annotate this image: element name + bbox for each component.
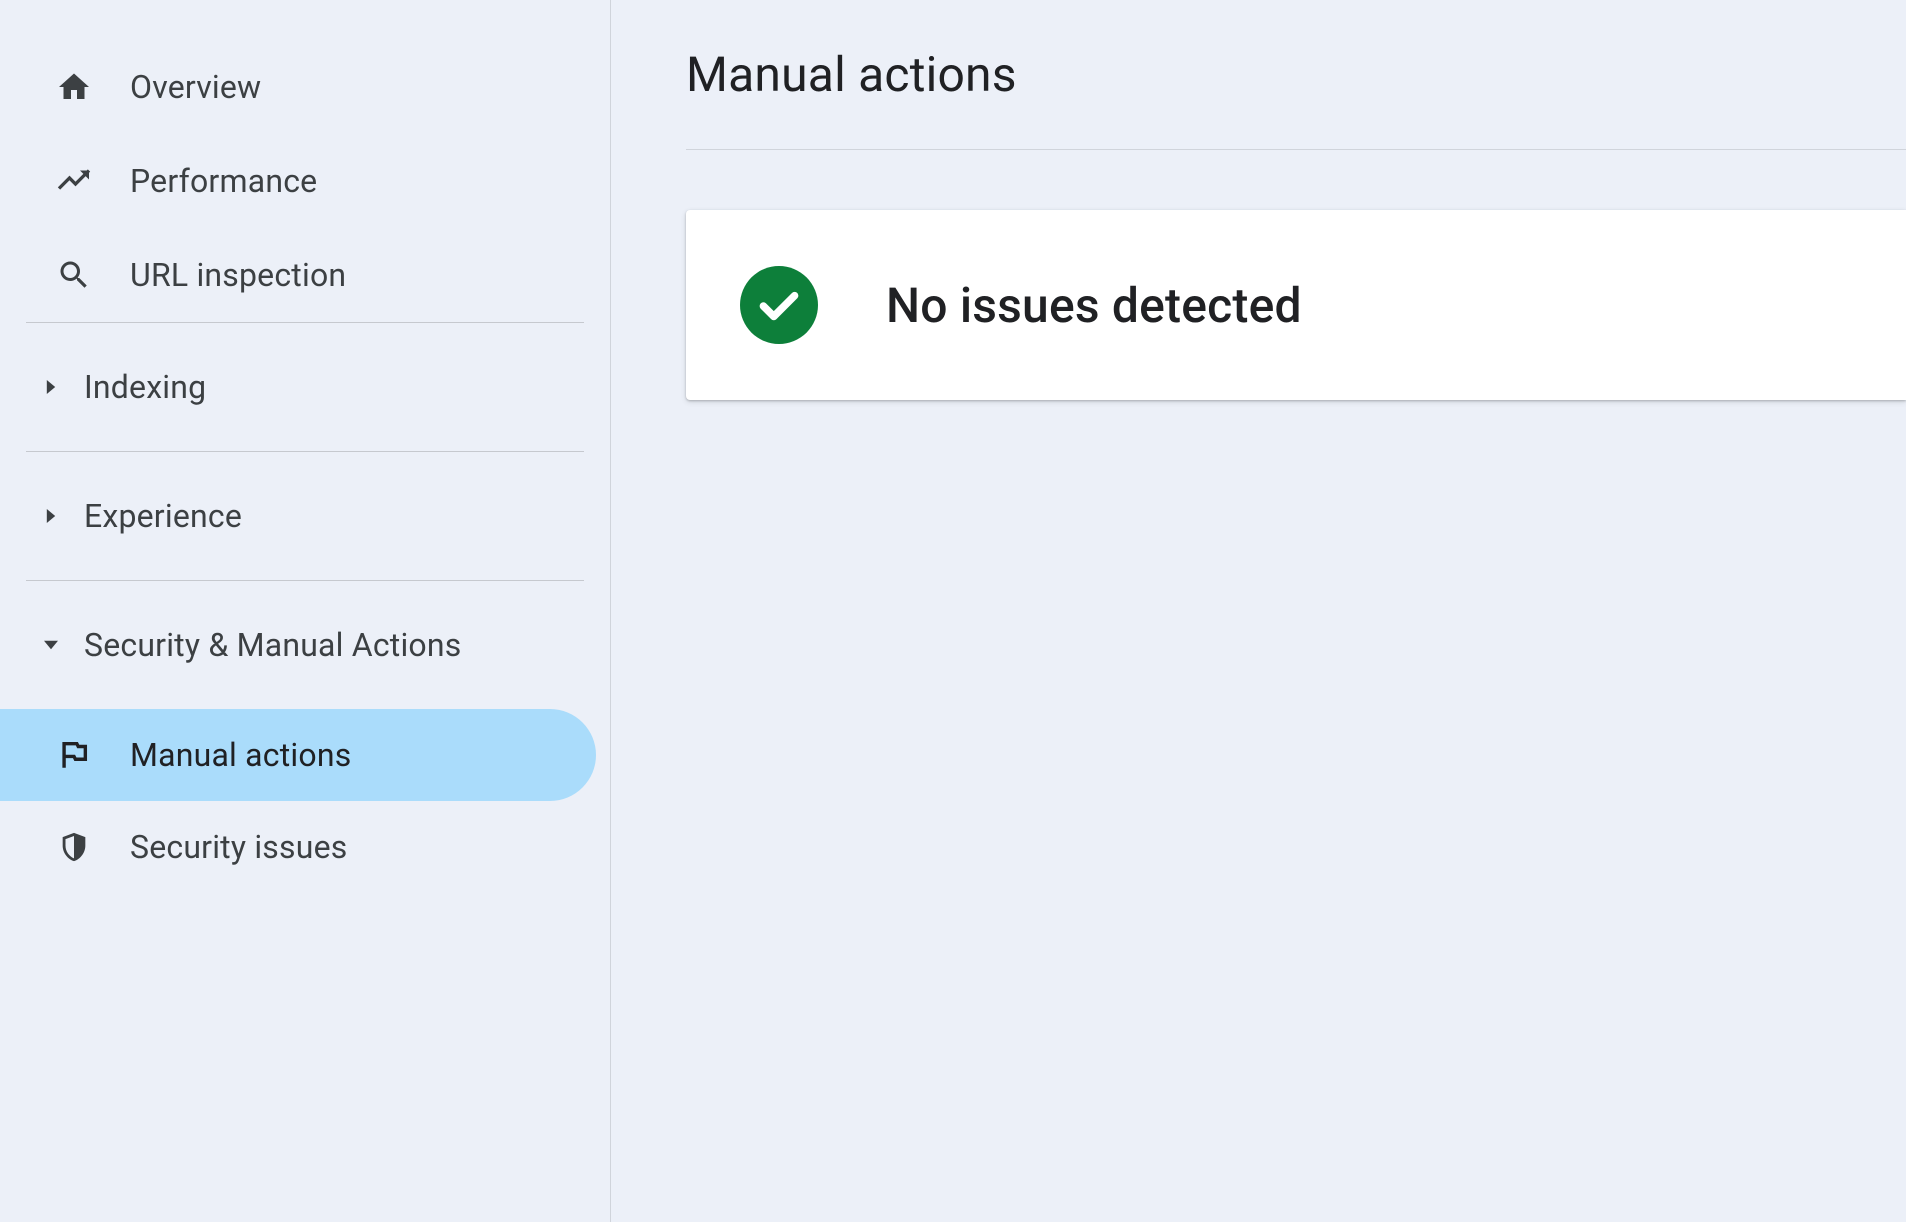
header-divider xyxy=(686,149,1906,150)
trending-up-icon xyxy=(56,163,92,199)
shield-icon xyxy=(56,829,92,865)
sidebar-item-label: Overview xyxy=(130,68,261,106)
sidebar-section-security-manual-actions[interactable]: Security & Manual Actions xyxy=(0,581,610,709)
sidebar-item-label: Security issues xyxy=(130,828,347,866)
home-icon xyxy=(56,69,92,105)
caret-right-icon xyxy=(42,507,60,525)
sidebar-section-experience[interactable]: Experience xyxy=(0,452,610,580)
sidebar-section-label: Indexing xyxy=(84,368,206,406)
success-check-icon xyxy=(740,266,818,344)
status-message: No issues detected xyxy=(886,277,1302,334)
sidebar-item-label: Manual actions xyxy=(130,736,351,774)
sidebar-item-manual-actions[interactable]: Manual actions xyxy=(0,709,596,801)
sidebar-section-label: Security & Manual Actions xyxy=(84,626,461,664)
main-content: Manual actions No issues detected xyxy=(610,0,1906,1222)
sidebar: Overview Performance URL inspection Inde… xyxy=(0,0,610,1222)
sidebar-item-url-inspection[interactable]: URL inspection xyxy=(0,228,610,322)
caret-down-icon xyxy=(42,636,60,654)
sidebar-item-label: Performance xyxy=(130,162,317,200)
status-card: No issues detected xyxy=(686,210,1906,400)
sidebar-section-indexing[interactable]: Indexing xyxy=(0,323,610,451)
caret-right-icon xyxy=(42,378,60,396)
sidebar-item-security-issues[interactable]: Security issues xyxy=(0,801,596,893)
flag-icon xyxy=(56,737,92,773)
search-icon xyxy=(56,257,92,293)
sidebar-item-label: URL inspection xyxy=(130,256,346,294)
vertical-divider xyxy=(610,0,611,1222)
page-title: Manual actions xyxy=(686,46,1906,103)
sidebar-item-overview[interactable]: Overview xyxy=(0,40,610,134)
sidebar-section-label: Experience xyxy=(84,497,242,535)
sidebar-item-performance[interactable]: Performance xyxy=(0,134,610,228)
